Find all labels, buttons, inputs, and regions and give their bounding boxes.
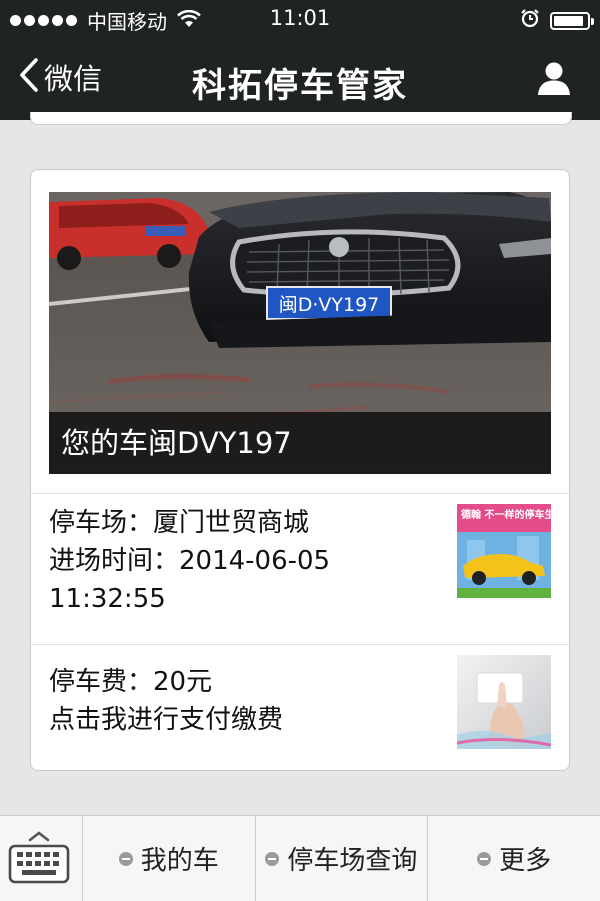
- parking-card: 闽D·VY197 您的车闽DVY197 停车场：厦门世贸商城 进场时间：2014…: [30, 169, 570, 771]
- alarm-icon: [520, 8, 540, 33]
- previous-card-edge: [30, 112, 572, 125]
- menu-my-car[interactable]: 我的车: [83, 816, 256, 901]
- photo-caption: 您的车闽DVY197: [49, 412, 551, 474]
- bottom-menu-bar: 我的车 停车场查询 更多: [0, 815, 600, 901]
- user-icon: [536, 62, 572, 100]
- menu-parking-search[interactable]: 停车场查询: [256, 816, 429, 901]
- menu-bullet-icon: [265, 851, 280, 866]
- menu-parking-search-label: 停车场查询: [287, 846, 418, 876]
- menu-my-car-label: 我的车: [140, 846, 219, 876]
- menu-more-label: 更多: [499, 846, 552, 876]
- parking-thumbnail: 德翰 不一样的停车生活: [457, 504, 551, 598]
- entry-time-clock: 11:32:55: [49, 584, 166, 614]
- entry-time-label: 进场时间：2014-06-05: [49, 546, 331, 576]
- battery-icon: [550, 11, 594, 30]
- status-bar: 中国移动 11:01: [0, 0, 600, 40]
- keyboard-icon: [8, 830, 70, 890]
- menu-more[interactable]: 更多: [428, 816, 600, 901]
- menu-bullet-icon: [118, 851, 133, 866]
- license-plate-text: 闽D·VY197: [279, 294, 380, 316]
- page-title: 科拓停车管家: [192, 66, 408, 106]
- keyboard-toggle-button[interactable]: [0, 816, 83, 901]
- nav-bar: 微信 科拓停车管家: [0, 40, 600, 120]
- parking-fee: 停车费：20元: [49, 667, 213, 697]
- status-right: [520, 8, 594, 33]
- pay-prompt: 点击我进行支付缴费: [49, 705, 284, 735]
- status-time: 11:01: [269, 6, 331, 30]
- parking-info-text: 停车场：厦门世贸商城 进场时间：2014-06-05 11:32:55: [49, 504, 449, 618]
- payment-text: 停车费：20元 点击我进行支付缴费: [49, 663, 449, 739]
- parking-info-row[interactable]: 停车场：厦门世贸商城 进场时间：2014-06-05 11:32:55 德翰 不…: [31, 493, 569, 644]
- thumbnail-brand-text: 德翰 不一样的停车生活: [460, 508, 551, 521]
- car-photo[interactable]: 闽D·VY197 您的车闽DVY197: [49, 192, 551, 474]
- profile-button[interactable]: [536, 60, 572, 100]
- menu-bullet-icon: [477, 851, 492, 866]
- parking-lot-name: 停车场：厦门世贸商城: [49, 508, 310, 538]
- payment-row[interactable]: 停车费：20元 点击我进行支付缴费: [31, 644, 569, 771]
- payment-thumbnail: [457, 655, 551, 749]
